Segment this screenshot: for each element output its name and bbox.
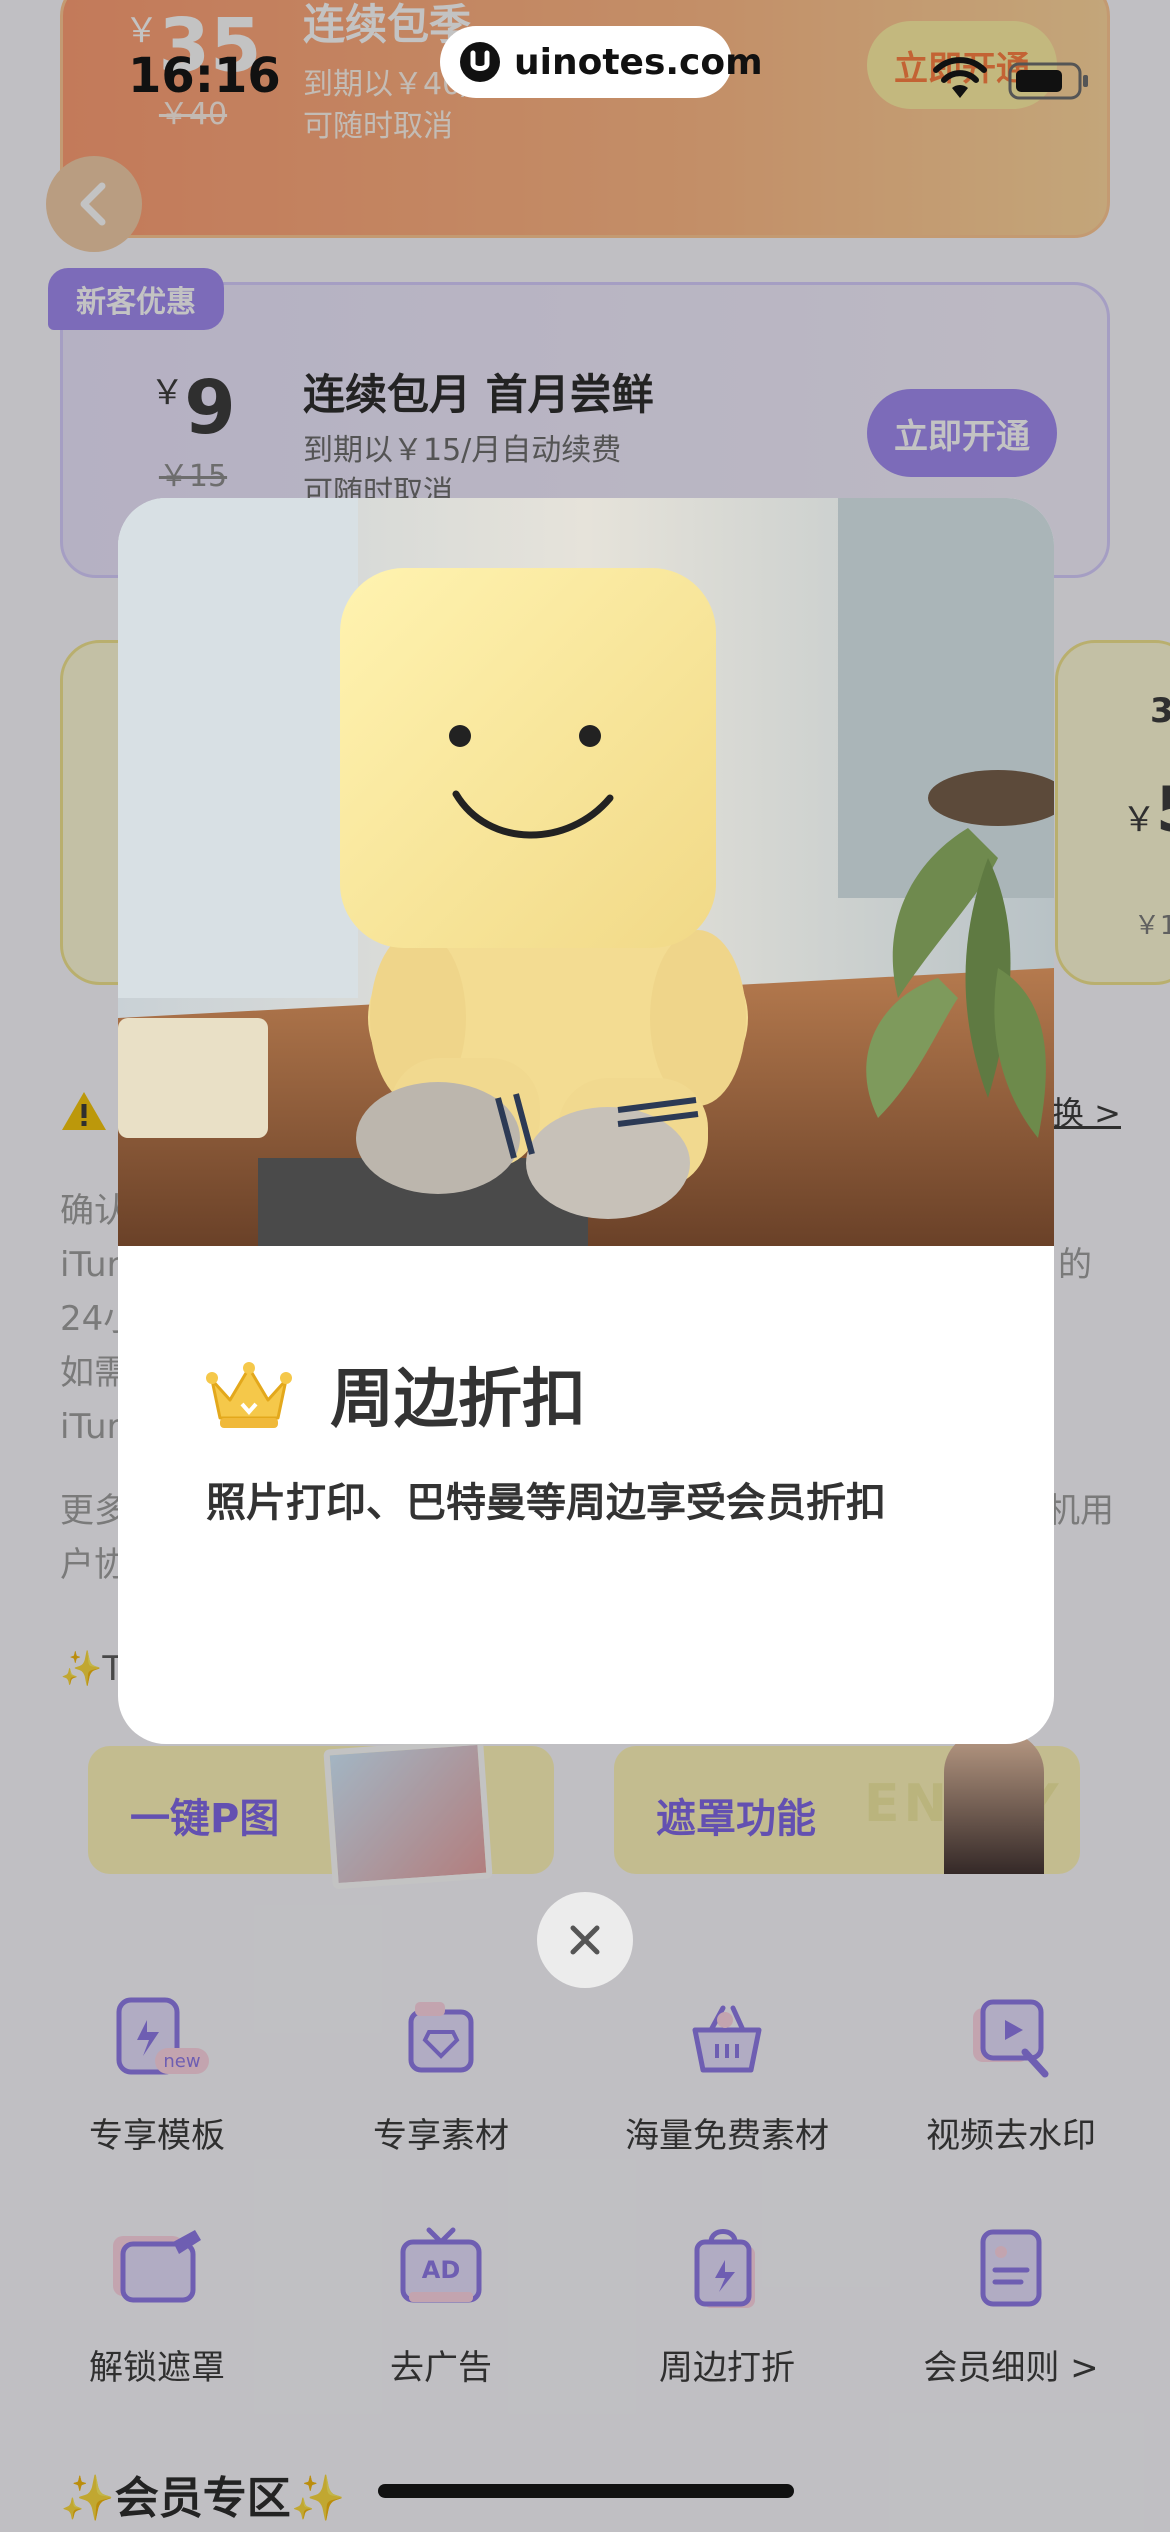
status-icons (933, 57, 1088, 100)
close-modal-button[interactable] (537, 1892, 633, 1988)
watermark-url: uinotes.com (514, 41, 763, 83)
modal-description: 照片打印、巴特曼等周边享受会员折扣 (206, 1480, 886, 1526)
wifi-icon (933, 57, 987, 98)
modal-title: 周边折扣 (330, 1363, 586, 1437)
watermark-url-pill: uinotes.com (440, 26, 763, 98)
status-time: 16:16 (128, 48, 281, 104)
uinotes-logo-icon (460, 42, 500, 82)
plush-toy-photo (118, 498, 1054, 1246)
crown-icon (206, 1362, 292, 1428)
close-icon (570, 1925, 600, 1955)
home-indicator[interactable] (378, 2484, 794, 2498)
battery-icon (1008, 62, 1088, 100)
benefit-detail-modal: 周边折扣 照片打印、巴特曼等周边享受会员折扣 (118, 498, 1054, 1744)
